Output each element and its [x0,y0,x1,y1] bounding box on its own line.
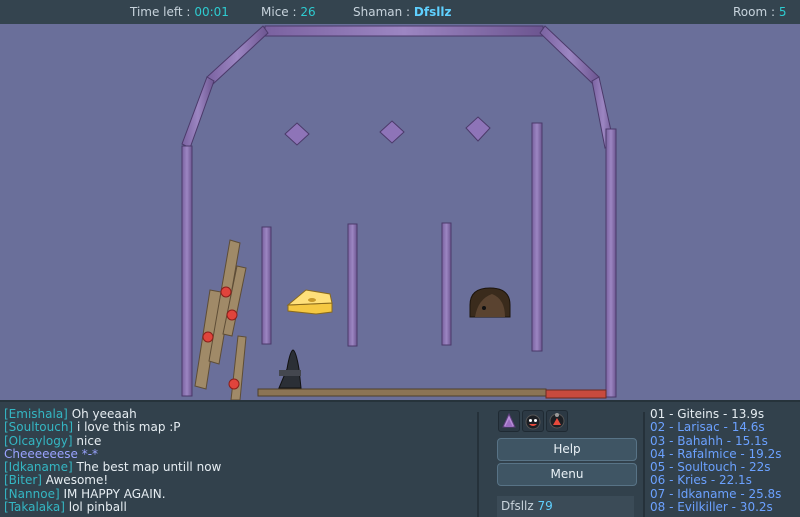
plank-4 [230,335,247,400]
chat-username[interactable]: [Biter] [4,473,42,487]
chat-username[interactable]: [Takalaka] [4,500,65,514]
ranking-item: 05 - Soultouch - 22s [650,460,771,475]
shaman-panel-score: 79 [537,499,553,513]
room-value: 5 [778,5,787,19]
shaman-name: Dfsllz [413,5,452,19]
room-label: Room : [733,5,776,19]
bottom-panel: [Emishala] Oh yeeaah [Soultouch] i love … [0,400,800,517]
chat-message: [Idkaname] The best map untill now [4,461,474,474]
pillar-2 [347,223,358,347]
chat-message: [Emishala] Oh yeeaah [4,408,474,421]
chat-message: [Olcaylogy] nice [4,433,474,448]
mouse-face-icon[interactable] [522,410,544,432]
time-left-value: 00:01 [194,5,229,19]
mice-label: Mice : [261,5,297,19]
chat-text: IM HAPPY AGAIN. [59,486,166,501]
wood-planks [194,239,247,400]
wall-top [264,25,544,37]
cheese-icon [286,289,333,315]
status-bar: Time left : 00:01 Mice : 26 Shaman : Dfs… [0,0,800,25]
chat-message: [Takalaka] lol pinball [4,500,474,515]
wall-top-right [539,25,600,85]
cannon-icon [278,349,302,389]
game-map [181,25,617,400]
chat-text: Awesome! [41,473,109,488]
wall-upper-left [181,76,215,149]
ranking-item: 02 - Larisac - 14.6s [650,420,765,435]
chat-text: lol pinball [64,500,127,515]
panel-divider [643,412,645,517]
chat-log[interactable]: [Emishala] Oh yeeaah [Soultouch] i love … [4,408,474,517]
ranking-item: 01 - Giteins - 13.9s [650,408,765,421]
shaman-info: Shaman : Dfsllz [353,5,451,19]
ranking-item: 03 - Bahahh - 15.1s [650,433,768,448]
bumper-1 [284,122,310,146]
bumper-3 [465,116,491,142]
pillar-4 [531,122,543,352]
map-walls [181,25,617,398]
shaman-icon[interactable] [498,410,520,432]
chat-username[interactable]: [Emishala] [4,408,68,421]
chat-message: [Soultouch] i love this map :P [4,421,474,434]
wall-top-left [206,25,269,85]
shaman-score-panel: Dfsllz 79 [497,496,634,517]
chat-message: [Biter] Awesome! [4,474,474,487]
menu-button[interactable]: Menu [497,463,637,486]
ranking-item: 07 - Idkaname - 25.8s [650,486,782,501]
chat-username[interactable]: [Idkaname] [4,460,73,474]
chat-username[interactable]: [Olcaylogy] [4,434,73,448]
ranking-list: 01 - Giteins - 13.9s 02 - Larisac - 14.6… [650,408,798,517]
chat-message: [Nannoe] IM HAPPY AGAIN. [4,486,474,501]
ranking-item: 06 - Kries - 22.1s [650,473,752,488]
time-left-label: Time left : [130,5,191,19]
wall-left [181,145,193,397]
chat-text: Oh yeeaah [67,408,137,421]
chat-emote-text: Cheeeeeese *-* [4,446,99,461]
chat-username[interactable]: [Soultouch] [4,420,73,434]
bumpers [284,116,491,146]
mice-count: Mice : 26 [261,5,316,19]
chat-text: The best map untill now [72,460,222,475]
chat-message: Cheeeeeese *-* [4,446,474,461]
emote-icon[interactable] [546,410,568,432]
floor-plank [257,388,607,399]
mice-value: 26 [300,5,316,19]
pillar-1 [261,226,272,345]
game-stage[interactable] [0,24,800,400]
ranking-item: 04 - Rafalmice - 19.2s [650,446,782,461]
control-panel: Help Menu Dfsllz 79 [492,408,640,517]
time-left: Time left : 00:01 [130,5,229,19]
bumper-2 [379,120,405,144]
shaman-panel-name: Dfsllz [501,499,534,513]
chat-text: i love this map :P [73,420,181,435]
help-button[interactable]: Help [497,438,637,461]
wall-right [605,128,617,398]
pillar-3 [441,222,452,346]
room-info: Room : 5 [733,5,787,19]
panel-divider [477,412,479,517]
chat-text: nice [72,433,102,448]
shaman-label: Shaman : [353,5,411,19]
ranking-item: 08 - Evilkiller - 30.2s [650,500,773,515]
mouse-hole-icon [469,287,511,318]
chat-username[interactable]: [Nannoe] [4,487,60,501]
